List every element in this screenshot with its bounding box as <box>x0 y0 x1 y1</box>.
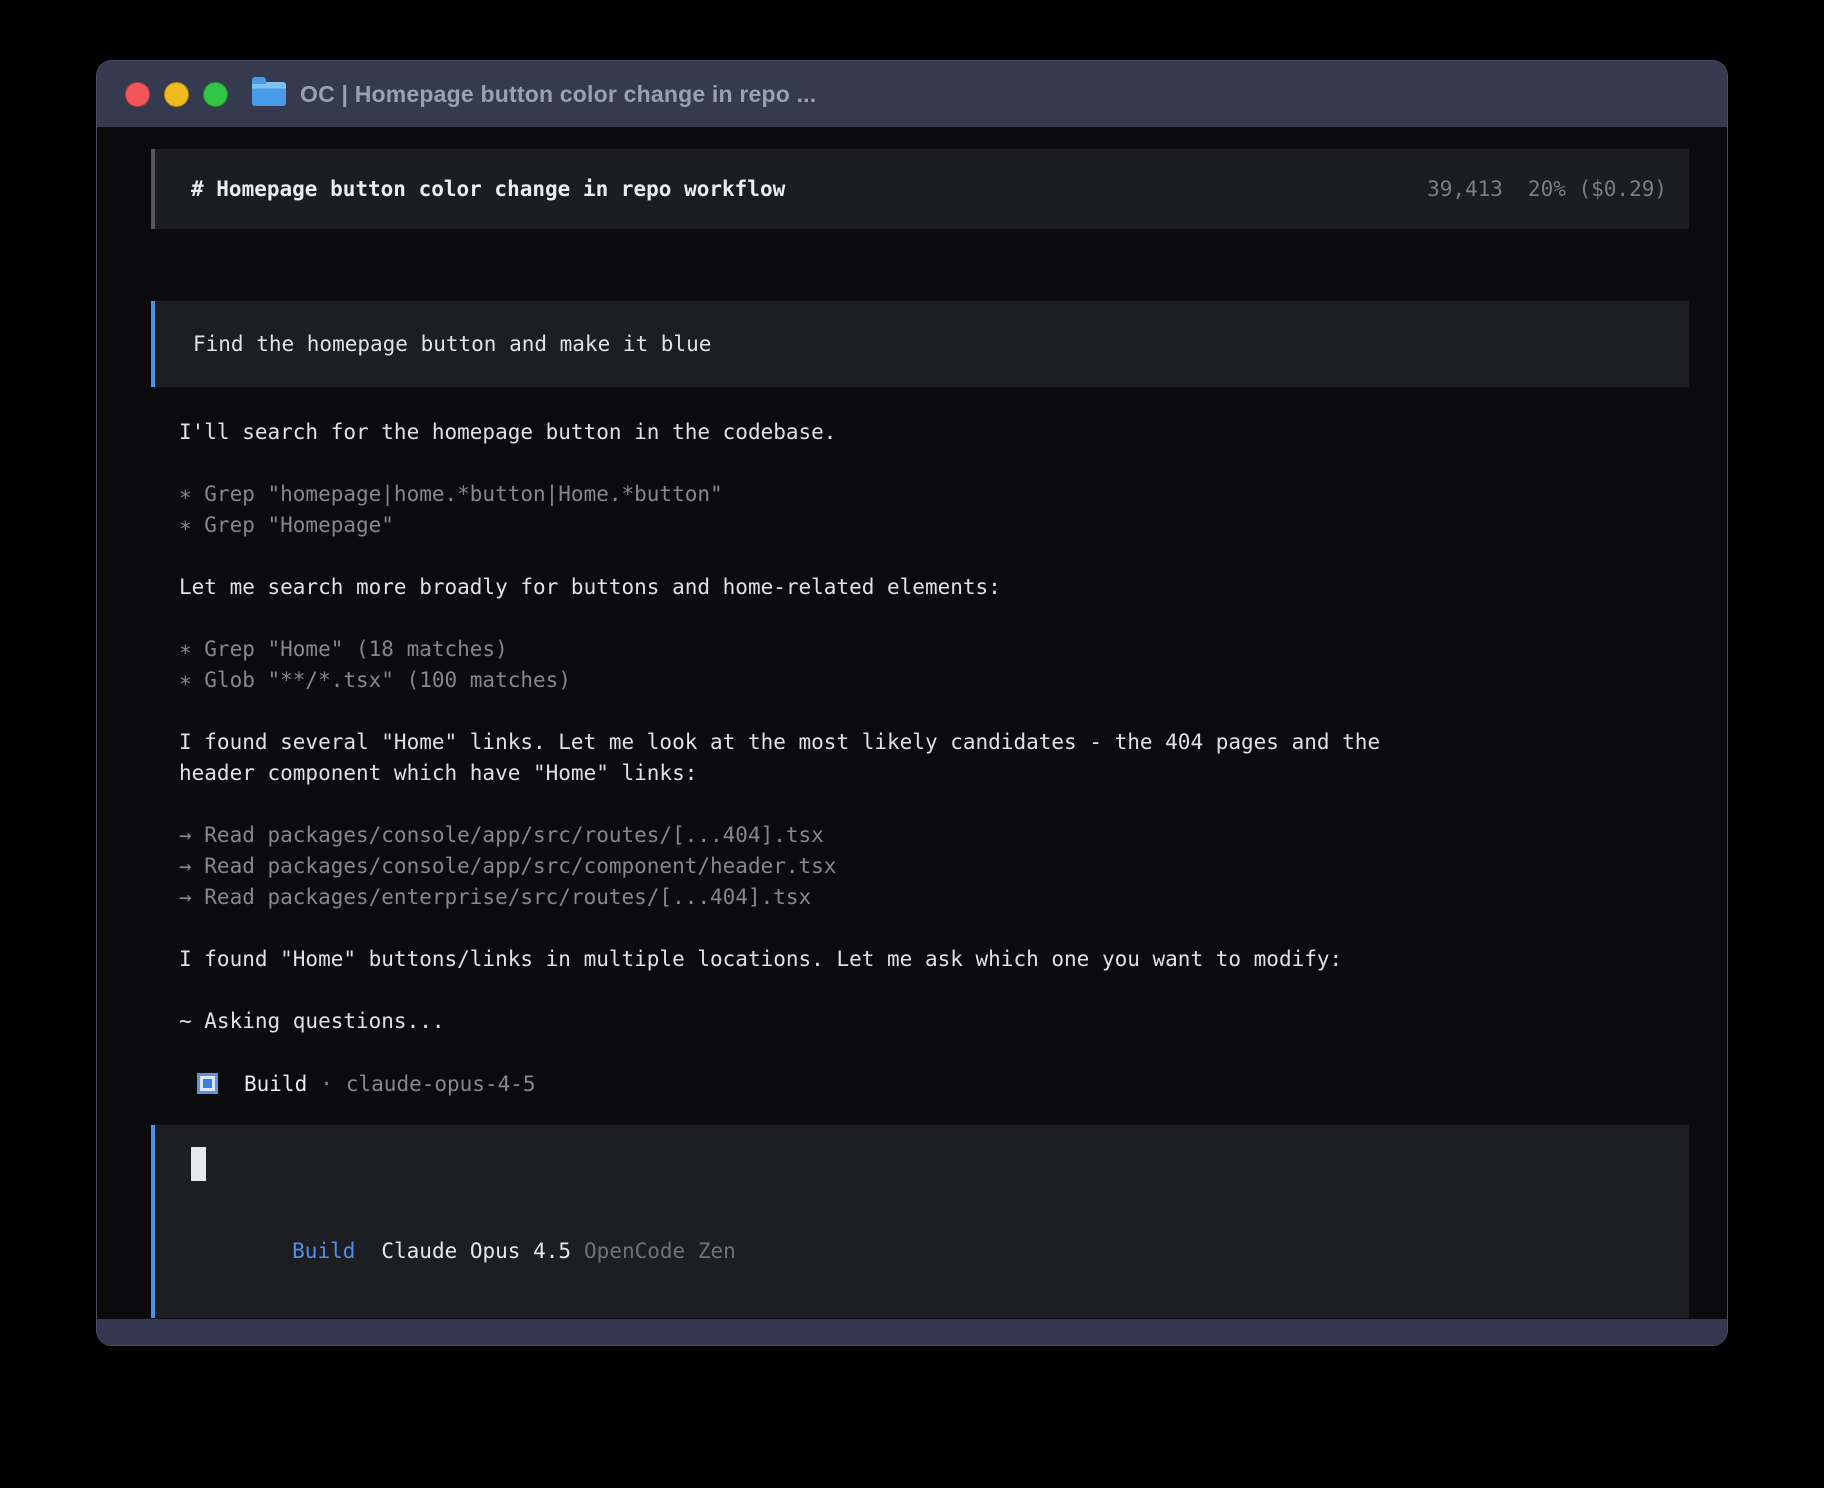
transcript-block-tool: ∗ Grep "Home" (18 matches)∗ Glob "**/*.t… <box>179 634 1689 696</box>
terminal-content: # Homepage button color change in repo w… <box>97 127 1727 1319</box>
user-message: Find the homepage button and make it blu… <box>151 301 1689 387</box>
transcript-line: ∗ Grep "homepage|home.*button|Home.*butt… <box>179 479 1689 510</box>
agent-separator: · <box>320 1072 333 1096</box>
input-model-label: Claude Opus 4.5 <box>381 1239 571 1263</box>
transcript-block-text: I found "Home" buttons/links in multiple… <box>179 944 1689 975</box>
transcript-line: I'll search for the homepage button in t… <box>179 417 1689 448</box>
text-cursor <box>191 1147 206 1181</box>
titlebar[interactable]: OC | Homepage button color change in rep… <box>97 61 1727 127</box>
transcript: I'll search for the homepage button in t… <box>151 417 1689 1037</box>
transcript-block-tool: ∗ Grep "homepage|home.*button|Home.*butt… <box>179 479 1689 541</box>
window-bottom-bar <box>97 1319 1727 1345</box>
traffic-lights <box>125 82 228 107</box>
transcript-line: Let me search more broadly for buttons a… <box>179 572 1689 603</box>
transcript-line: header component which have "Home" links… <box>179 758 1689 789</box>
agent-name: Build <box>244 1072 307 1096</box>
transcript-block-text: I found several "Home" links. Let me loo… <box>179 727 1689 789</box>
transcript-block-text: I'll search for the homepage button in t… <box>179 417 1689 448</box>
transcript-line: ∗ Grep "Homepage" <box>179 510 1689 541</box>
build-square-icon <box>197 1073 218 1094</box>
session-stats: 39,413 20% ($0.29) <box>1427 177 1667 201</box>
input-meta: Build Claude Opus 4.5 OpenCode Zen <box>191 1205 1689 1298</box>
transcript-block-tool: → Read packages/console/app/src/routes/[… <box>179 820 1689 913</box>
session-header: # Homepage button color change in repo w… <box>151 149 1689 229</box>
input-agent-label: Build <box>292 1239 355 1263</box>
transcript-line: ∗ Grep "Home" (18 matches) <box>179 634 1689 665</box>
close-button[interactable] <box>125 82 150 107</box>
terminal-window: OC | Homepage button color change in rep… <box>96 60 1728 1346</box>
transcript-block-text: Let me search more broadly for buttons a… <box>179 572 1689 603</box>
transcript-line: ∗ Glob "**/*.tsx" (100 matches) <box>179 665 1689 696</box>
token-count: 39,413 <box>1427 177 1503 201</box>
agent-status-row: Build · claude-opus-4-5 <box>151 1068 1689 1099</box>
context-usage: 20% ($0.29) <box>1528 177 1667 201</box>
build-square-icon-inner <box>203 1079 212 1088</box>
transcript-line: → Read packages/console/app/src/routes/[… <box>179 820 1689 851</box>
prompt-input[interactable]: Build Claude Opus 4.5 OpenCode Zen <box>151 1125 1689 1318</box>
user-message-text: Find the homepage button and make it blu… <box>193 332 711 356</box>
input-provider-label: OpenCode Zen <box>584 1239 736 1263</box>
session-title: # Homepage button color change in repo w… <box>191 177 785 201</box>
transcript-line: I found "Home" buttons/links in multiple… <box>179 944 1689 975</box>
minimize-button[interactable] <box>164 82 189 107</box>
maximize-button[interactable] <box>203 82 228 107</box>
agent-model: claude-opus-4-5 <box>346 1072 536 1096</box>
transcript-line: → Read packages/console/app/src/componen… <box>179 851 1689 882</box>
folder-icon <box>252 82 286 106</box>
transcript-line: ~ Asking questions... <box>179 1006 1689 1037</box>
window-title: OC | Homepage button color change in rep… <box>300 81 816 108</box>
transcript-line: → Read packages/enterprise/src/routes/[.… <box>179 882 1689 913</box>
transcript-block-text: ~ Asking questions... <box>179 1006 1689 1037</box>
transcript-line: I found several "Home" links. Let me loo… <box>179 727 1689 758</box>
